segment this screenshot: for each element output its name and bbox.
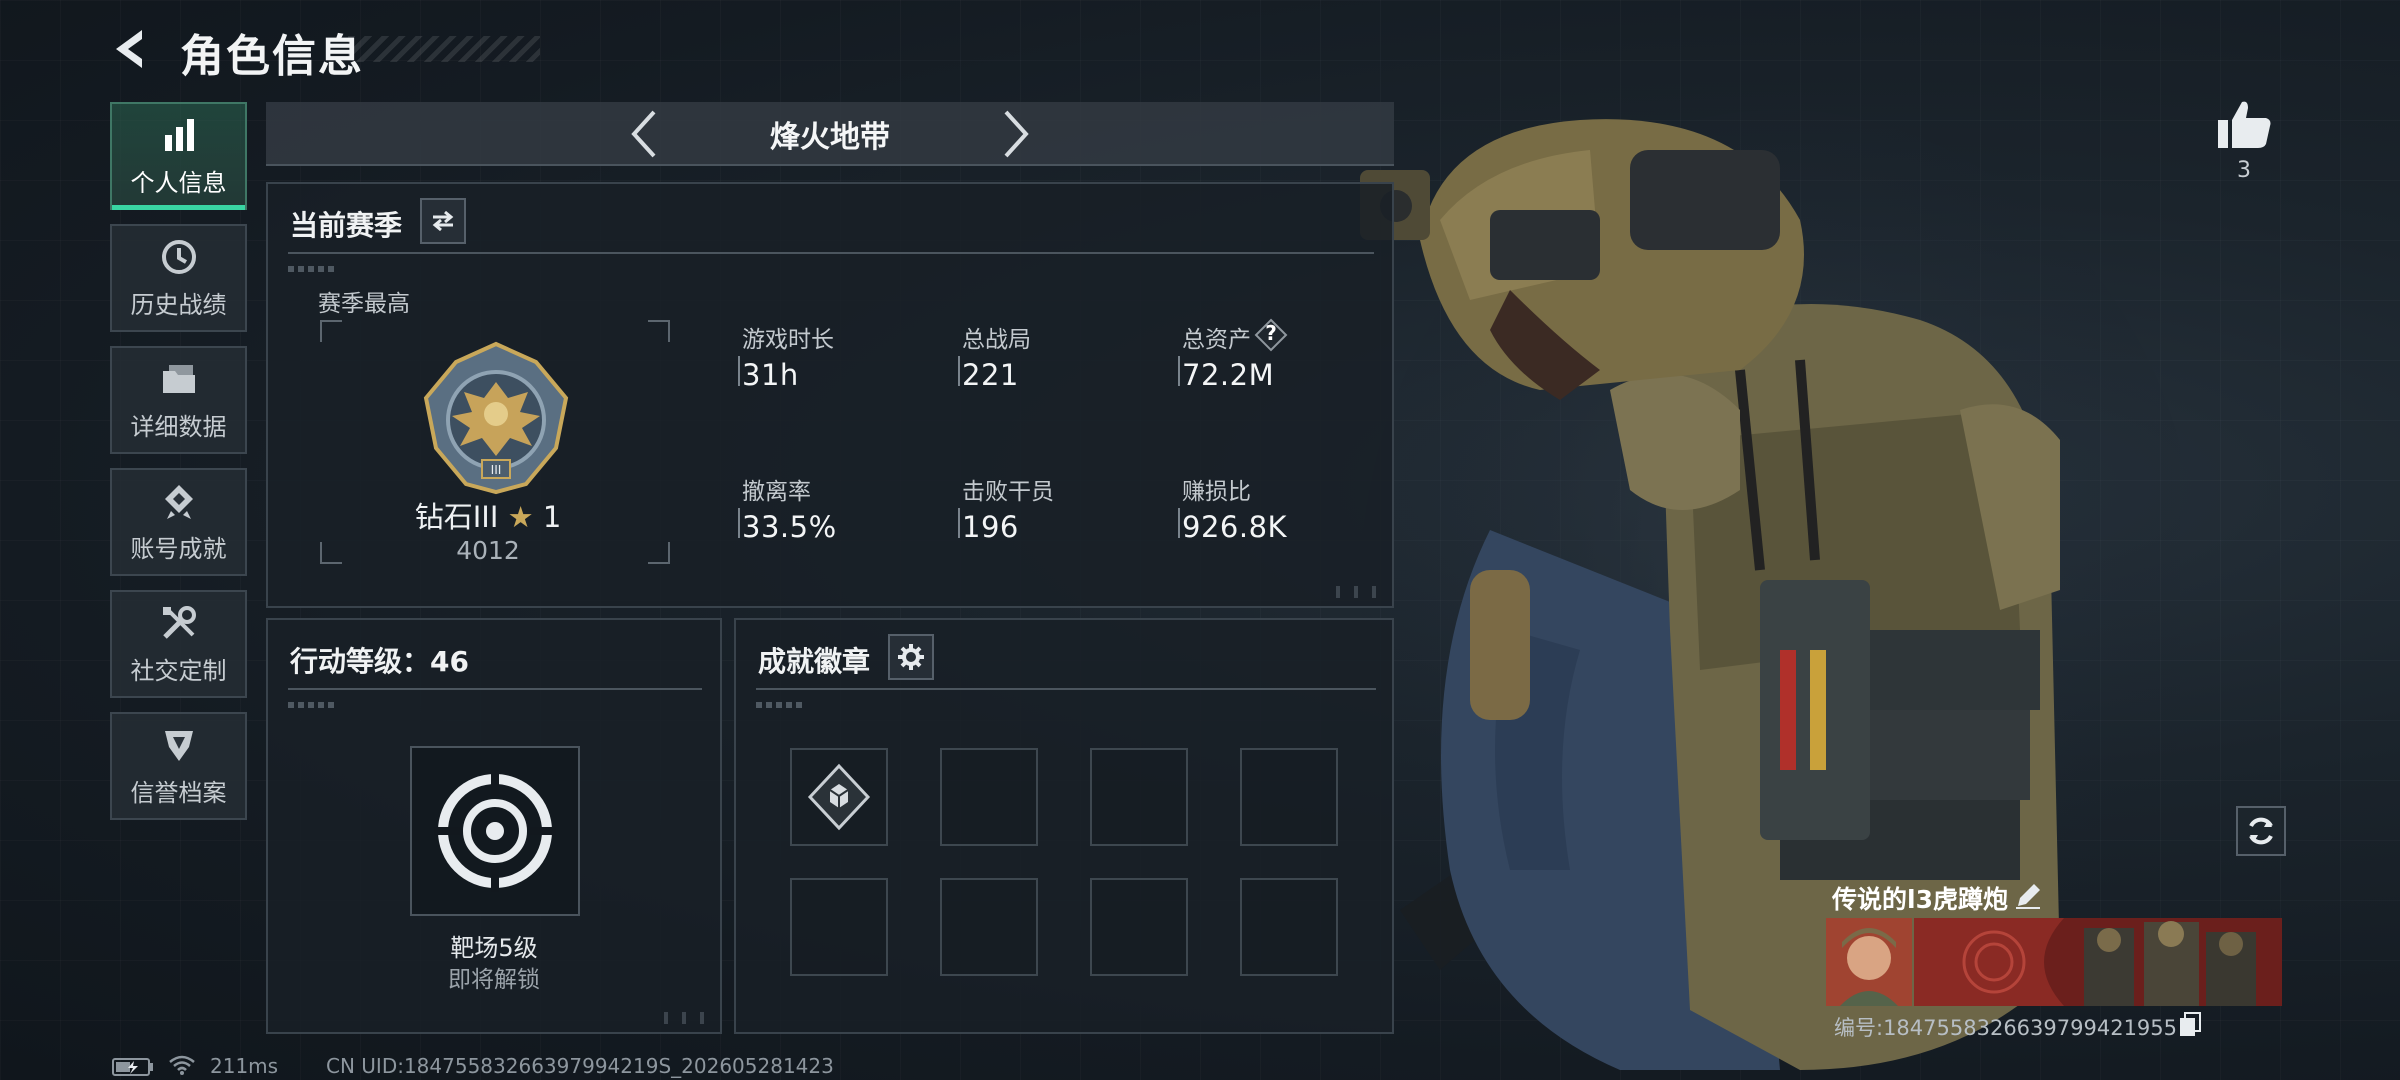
corner-decoration	[656, 1012, 710, 1024]
season-switch-button[interactable]	[420, 198, 466, 244]
stat-value-playtime: 31h	[742, 358, 799, 392]
season-panel: 当前赛季 赛季最高 III 钻石III ★ 1 4012 游戏时长 31h 总战…	[266, 182, 1394, 608]
stat-label-playtime: 游戏时长	[742, 327, 834, 353]
sidebar-item-personal-info[interactable]: 个人信息	[110, 102, 247, 210]
stat-value-total-matches: 221	[962, 358, 1019, 392]
bar-chart-icon	[164, 119, 194, 151]
tools-icon	[162, 606, 196, 639]
badges-title: 成就徽章	[758, 645, 871, 678]
badge-slot-4[interactable]	[1240, 748, 1338, 846]
stat-label-extract-rate: 撤离率	[742, 479, 811, 505]
stat-label-profit-ratio: 赚损比	[1182, 479, 1251, 505]
svg-text:III: III	[491, 462, 502, 477]
sidebar-item-label: 历史战绩	[130, 291, 227, 319]
mode-title: 烽火地带	[770, 120, 890, 155]
stat-value-profit-ratio: 926.8K	[1182, 510, 1288, 544]
rank-stars: 1	[542, 500, 562, 534]
divider	[756, 688, 1376, 690]
stat-bar	[958, 508, 960, 538]
like-count: 3	[2237, 158, 2251, 183]
player-banner[interactable]	[1914, 918, 2282, 1006]
badge-slot-6[interactable]	[940, 878, 1038, 976]
sidebar-item-label: 个人信息	[130, 169, 227, 197]
badge-slot-2[interactable]	[940, 748, 1038, 846]
thumbs-up-icon[interactable]	[2214, 96, 2274, 152]
unlock-name: 靶场5级	[450, 934, 538, 962]
action-level-panel: 行动等级：46 靶场5级 即将解锁	[266, 618, 722, 1034]
unlock-reward-box[interactable]	[410, 746, 580, 916]
badge-slot-1[interactable]	[790, 748, 888, 846]
stat-value-total-assets: 72.2M	[1182, 358, 1275, 392]
folder-icon	[162, 365, 195, 393]
sidebar-item-reputation[interactable]: 信誉档案	[110, 712, 247, 820]
sidebar-item-label: 详细数据	[130, 413, 227, 441]
stat-bar	[738, 356, 740, 386]
tick-decoration	[288, 266, 336, 272]
battery-charging-icon	[112, 1058, 153, 1076]
cube-badge-icon	[807, 763, 871, 831]
achievement-icon	[164, 485, 193, 519]
frame-corner	[320, 320, 342, 342]
action-level-title: 行动等级：46	[290, 645, 469, 678]
badge-slot-7[interactable]	[1090, 878, 1188, 976]
tick-decoration	[756, 702, 804, 708]
mode-prev-arrow-icon[interactable]	[624, 108, 664, 160]
shield-badge-icon	[164, 731, 193, 761]
badge-slot-3[interactable]	[1090, 748, 1188, 846]
badge-slot-8[interactable]	[1240, 878, 1338, 976]
title-decoration	[348, 36, 540, 62]
client-uid: CN UID:18475583266397994219S_20260528142…	[326, 1054, 834, 1078]
diamond-rank-emblem-icon: III	[423, 341, 569, 495]
rank-line: 钻石III ★ 1	[318, 494, 658, 536]
sidebar-item-social-custom[interactable]: 社交定制	[110, 590, 247, 698]
stat-bar	[1178, 356, 1180, 386]
clock-history-icon	[161, 240, 196, 274]
stat-bar	[738, 508, 740, 538]
season-best-label: 赛季最高	[318, 291, 410, 317]
sidebar-item-label: 信誉档案	[130, 779, 227, 807]
edit-pencil-icon[interactable]	[2014, 882, 2042, 910]
divider	[288, 688, 702, 690]
stat-label-total-assets: 总资产	[1182, 327, 1251, 353]
badge-settings-button[interactable]	[888, 634, 934, 680]
rank-name: 钻石III	[414, 500, 499, 534]
swap-arrows-icon	[432, 210, 454, 232]
stat-value-operators-defeated: 196	[962, 510, 1019, 544]
unlock-status: 即将解锁	[448, 967, 540, 993]
wifi-icon	[169, 1055, 195, 1075]
stat-value-extract-rate: 33.5%	[742, 510, 837, 544]
refresh-button[interactable]	[2236, 806, 2286, 856]
player-name: 传说的l3虎蹲炮	[1832, 885, 2008, 914]
sidebar-item-history[interactable]: 历史战绩	[110, 224, 247, 332]
gear-icon	[898, 644, 924, 670]
network-ping: 211ms	[210, 1054, 279, 1078]
player-avatar[interactable]	[1826, 918, 1912, 1006]
badge-slot-5[interactable]	[790, 878, 888, 976]
tick-decoration	[288, 702, 336, 708]
help-symbol: ?	[1265, 321, 1277, 345]
assets-help-button[interactable]: ?	[1254, 318, 1288, 352]
frame-corner	[648, 320, 670, 342]
mode-next-arrow-icon[interactable]	[996, 108, 1036, 160]
stat-bar	[958, 356, 960, 386]
sidebar-item-label: 社交定制	[130, 657, 227, 685]
corner-decoration	[1328, 586, 1382, 598]
divider	[288, 252, 1374, 254]
season-title: 当前赛季	[290, 209, 403, 242]
target-icon	[434, 770, 556, 892]
star-icon: ★	[507, 500, 534, 534]
page-title: 角色信息	[180, 31, 364, 82]
sidebar-item-achievements[interactable]: 账号成就	[110, 468, 247, 576]
stat-label-operators-defeated: 击败干员	[962, 479, 1054, 505]
stat-bar	[1178, 508, 1180, 538]
refresh-icon	[2249, 817, 2273, 845]
copy-icon[interactable]	[2178, 1012, 2202, 1038]
rank-points: 4012	[456, 536, 520, 565]
badges-panel: 成就徽章	[734, 618, 1394, 1034]
sidebar-item-label: 账号成就	[130, 535, 227, 563]
back-arrow-icon[interactable]	[108, 26, 152, 72]
player-id: 编号:1847558326639799421955	[1834, 1016, 2178, 1040]
sidebar-item-detailed-data[interactable]: 详细数据	[110, 346, 247, 454]
stat-label-total-matches: 总战局	[962, 327, 1031, 353]
